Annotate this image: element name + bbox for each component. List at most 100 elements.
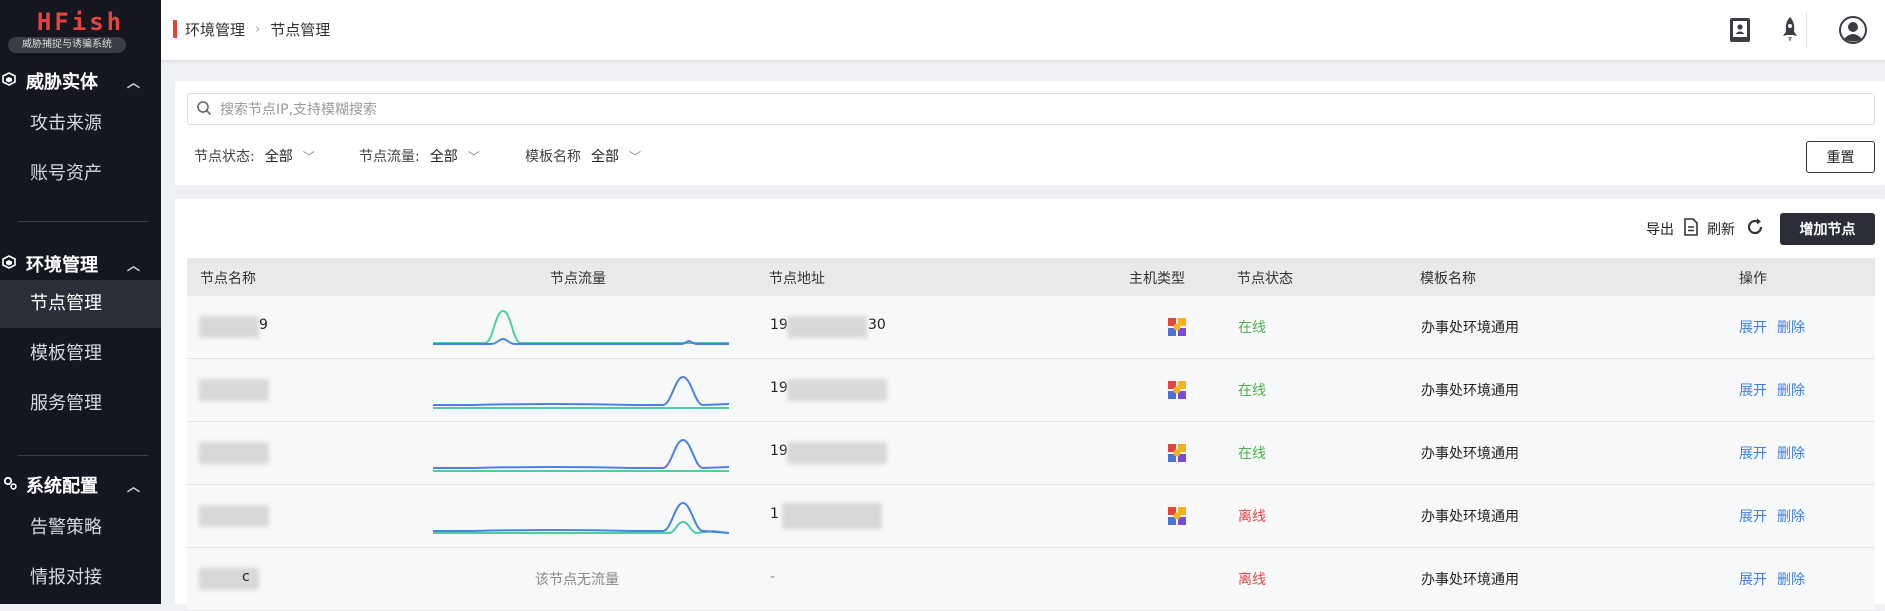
refresh-button[interactable]: 刷新	[1707, 219, 1735, 239]
node-status-offline: 离线	[1238, 572, 1266, 588]
refresh-icon[interactable]	[1745, 217, 1765, 241]
sidebar-item-node-manage[interactable]: 节点管理	[0, 280, 161, 328]
sidebar-group-env-manage[interactable]: 环境管理 ︿	[0, 246, 161, 282]
breadcrumb-item[interactable]: 环境管理	[185, 19, 245, 40]
expand-link[interactable]: 展开	[1739, 317, 1767, 337]
chevron-down-icon: ﹀	[302, 149, 315, 164]
filter-label: 节点状态:	[194, 149, 255, 165]
gear-icon	[2, 475, 20, 495]
sidebar-group-label: 系统配置	[26, 476, 98, 497]
table-row: 9 19 30 在线 办事处环境通用 展开 删除	[187, 296, 1875, 359]
column-header-host-type: 主机类型	[1129, 271, 1185, 287]
redacted-node-address	[787, 442, 887, 464]
top-divider	[1806, 12, 1807, 48]
chevron-up-icon: ︿	[127, 479, 141, 495]
add-node-button[interactable]: 增加节点	[1780, 213, 1875, 245]
user-avatar-icon[interactable]	[1837, 14, 1869, 46]
sidebar-item-account-asset[interactable]: 账号资产	[0, 150, 161, 198]
delete-link[interactable]: 删除	[1777, 317, 1805, 337]
node-address-empty: -	[770, 569, 776, 585]
sidebar-item-attack-source[interactable]: 攻击来源	[0, 100, 161, 148]
redacted-node-name	[199, 442, 269, 464]
search-input[interactable]	[218, 98, 1722, 122]
rocket-icon[interactable]	[1774, 14, 1806, 46]
template-name: 办事处环境通用	[1421, 572, 1519, 588]
linux-host-icon	[1168, 381, 1186, 399]
linux-host-icon	[1168, 444, 1186, 462]
sidebar-item-alert-policy[interactable]: 告警策略	[0, 504, 161, 552]
node-address-suffix: 30	[868, 317, 886, 333]
redacted-node-name	[199, 316, 259, 338]
column-header-node-traffic: 节点流量	[550, 271, 606, 287]
column-header-actions: 操作	[1739, 271, 1767, 287]
breadcrumb-separator-icon: ›	[255, 22, 261, 37]
column-header-node-status: 节点状态	[1237, 271, 1293, 287]
node-status-online: 在线	[1238, 320, 1266, 336]
template-name: 办事处环境通用	[1421, 446, 1519, 462]
traffic-sparkline	[433, 375, 729, 409]
node-address-prefix: 1	[770, 506, 779, 522]
filter-node-traffic[interactable]: 节点流量: 全部 ﹀	[359, 146, 480, 166]
filter-value: 全部	[264, 149, 293, 165]
export-file-icon[interactable]	[1683, 218, 1699, 240]
traffic-sparkline	[433, 438, 729, 472]
filter-node-status[interactable]: 节点状态: 全部 ﹀	[194, 146, 315, 166]
delete-link[interactable]: 删除	[1777, 506, 1805, 526]
delete-link[interactable]: 删除	[1777, 569, 1805, 589]
filter-value: 全部	[429, 149, 458, 165]
template-name: 办事处环境通用	[1421, 320, 1519, 336]
cube-icon	[2, 72, 20, 90]
reset-button[interactable]: 重置	[1806, 141, 1875, 173]
redacted-node-name	[199, 568, 259, 590]
redacted-node-address	[787, 379, 887, 401]
no-traffic-text: 该节点无流量	[535, 572, 619, 588]
sidebar-item-service-manage[interactable]: 服务管理	[0, 380, 161, 428]
sidebar-group-threat-entity[interactable]: 威胁实体 ︿	[0, 63, 161, 99]
logo-subtitle: 威胁捕捉与诱骗系统	[8, 37, 126, 53]
table-header: 节点名称 节点流量 节点地址 主机类型 节点状态 模板名称 操作	[187, 258, 1875, 296]
template-name: 办事处环境通用	[1421, 383, 1519, 399]
expand-link[interactable]: 展开	[1739, 443, 1767, 463]
template-name: 办事处环境通用	[1421, 509, 1519, 525]
logo: HFish 威胁捕捉与诱骗系统	[0, 0, 161, 60]
expand-link[interactable]: 展开	[1739, 506, 1767, 526]
chevron-up-icon: ︿	[127, 75, 141, 91]
sidebar-group-label: 环境管理	[26, 255, 98, 276]
table-row: 19 在线 办事处环境通用 展开 删除	[187, 359, 1875, 422]
export-button[interactable]: 导出	[1646, 219, 1674, 239]
delete-link[interactable]: 删除	[1777, 443, 1805, 463]
search-icon	[196, 100, 212, 120]
expand-link[interactable]: 展开	[1739, 380, 1767, 400]
search-box	[187, 93, 1875, 125]
chevron-up-icon: ︿	[127, 258, 141, 274]
expand-link[interactable]: 展开	[1739, 569, 1767, 589]
node-status-online: 在线	[1238, 383, 1266, 399]
node-status-offline: 离线	[1238, 509, 1266, 525]
table-row: 19 在线 办事处环境通用 展开 删除	[187, 422, 1875, 485]
cube-icon	[2, 255, 20, 273]
breadcrumb-marker	[173, 20, 177, 38]
sidebar-divider	[18, 221, 148, 222]
table-row: c 该节点无流量 - 离线 办事处环境通用 展开 删除	[187, 548, 1875, 611]
sidebar-item-template-manage[interactable]: 模板管理	[0, 330, 161, 378]
traffic-sparkline	[433, 501, 729, 535]
filter-value: 全部	[591, 149, 619, 165]
node-name: c	[242, 569, 250, 585]
sidebar-item-intel-integration[interactable]: 情报对接	[0, 554, 161, 602]
linux-host-icon	[1168, 318, 1186, 336]
notebook-icon[interactable]	[1724, 14, 1756, 46]
filter-label: 模板名称	[525, 149, 581, 165]
sidebar-group-system-config[interactable]: 系统配置 ︿	[0, 467, 161, 503]
linux-host-icon	[1168, 507, 1186, 525]
filter-template-name[interactable]: 模板名称 全部 ﹀	[525, 146, 641, 166]
sidebar-group-label: 威胁实体	[26, 72, 98, 93]
delete-link[interactable]: 删除	[1777, 380, 1805, 400]
logo-title: HFish	[36, 8, 125, 36]
sidebar: HFish 威胁捕捉与诱骗系统 威胁实体 ︿ 攻击来源 账号资产 环境管理 ︿ …	[0, 0, 161, 604]
redacted-node-address	[782, 503, 882, 529]
column-header-node-address: 节点地址	[769, 271, 825, 287]
top-bar: 环境管理 › 节点管理	[161, 0, 1885, 60]
chevron-down-icon: ﹀	[629, 149, 642, 164]
chevron-down-icon: ﹀	[467, 149, 480, 164]
column-header-node-name: 节点名称	[200, 271, 256, 287]
